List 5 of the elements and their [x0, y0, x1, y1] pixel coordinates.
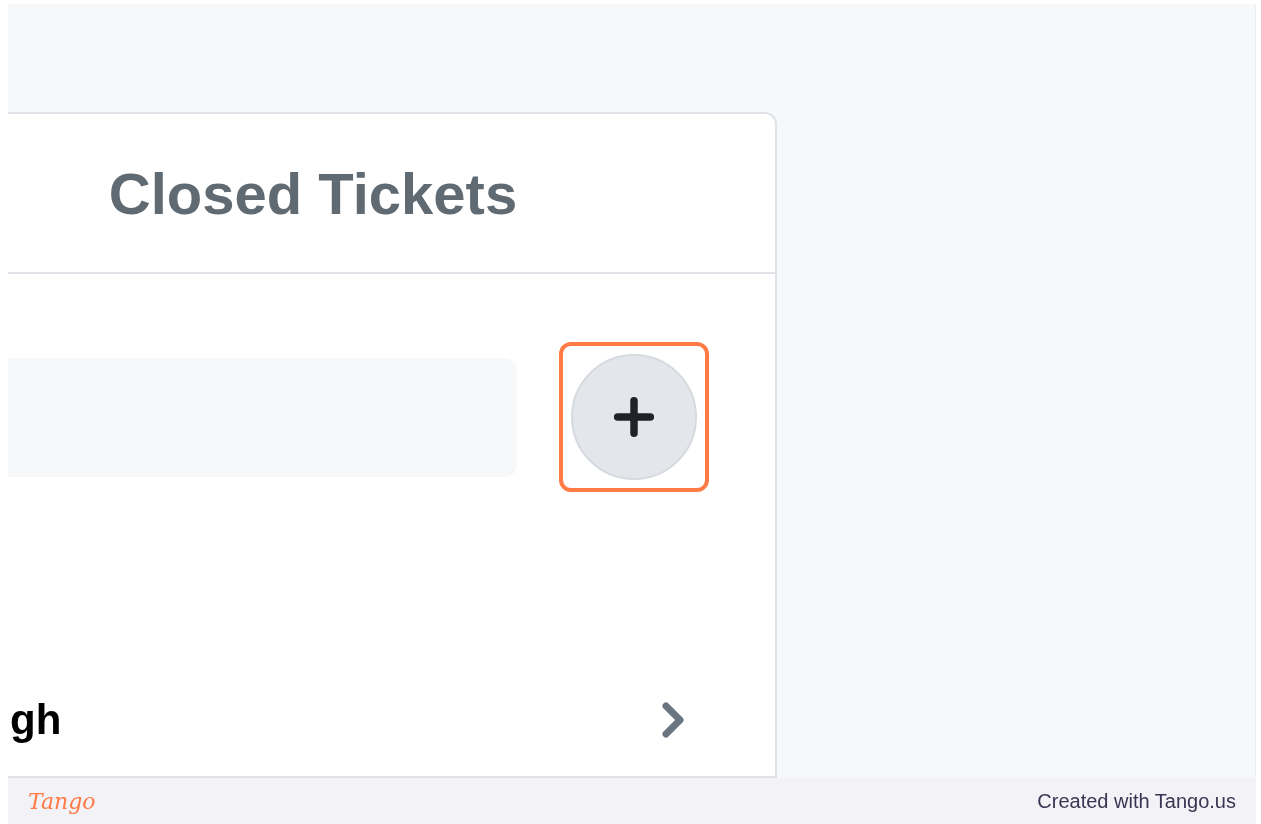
list-row[interactable]: gh	[8, 688, 775, 751]
footer-credit: Created with Tango.us	[1037, 789, 1236, 814]
card-title: Closed Tickets	[108, 159, 518, 228]
row-label: gh	[10, 695, 62, 745]
footer-logo: Tango	[28, 787, 96, 816]
